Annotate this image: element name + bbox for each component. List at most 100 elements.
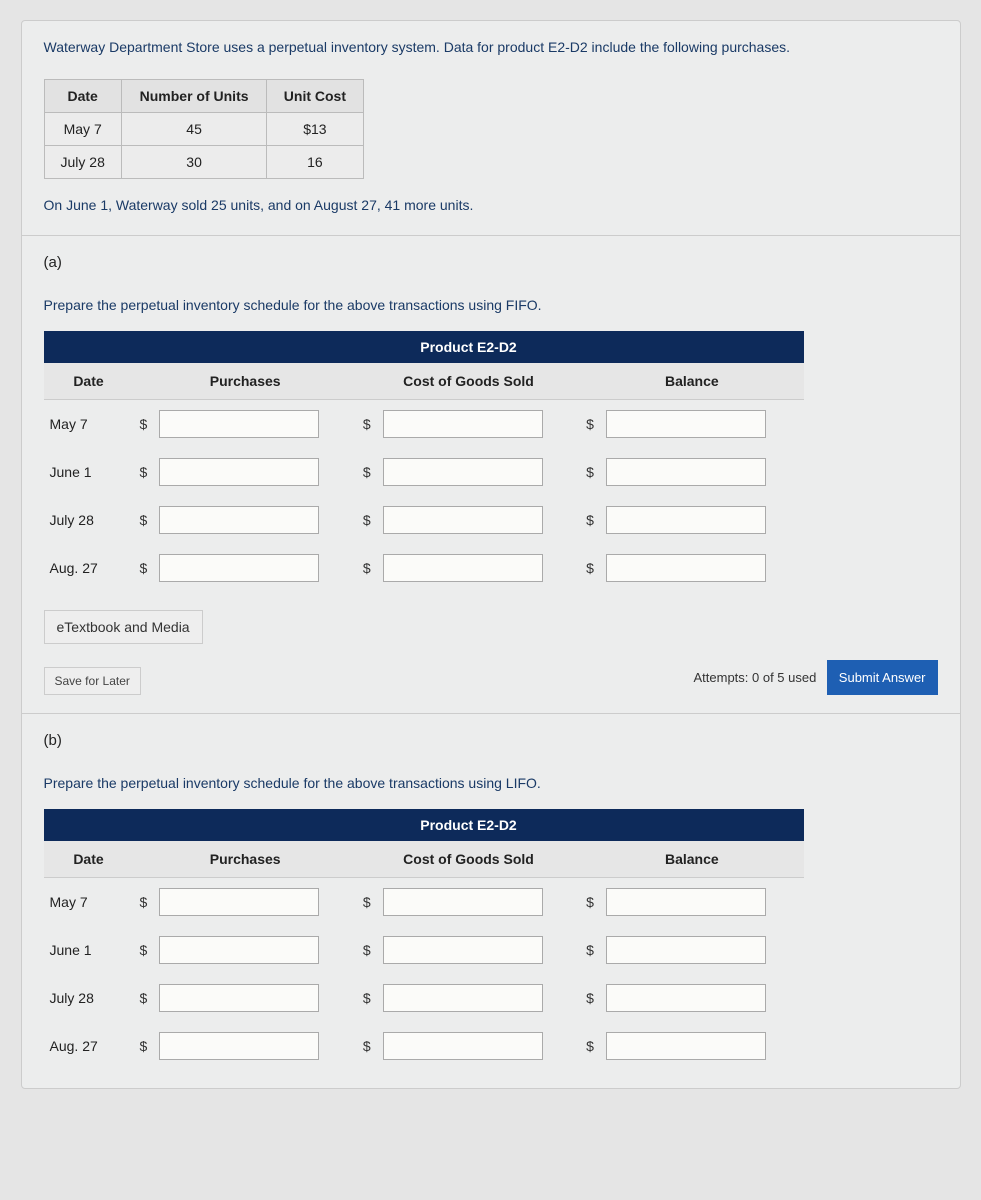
cell: 45 [121,113,266,146]
cell: 16 [267,146,363,179]
cell: 30 [121,146,266,179]
band-spacer [580,809,803,841]
part-a: (a) Prepare the perpetual inventory sche… [22,235,960,713]
lifo-purchases-input-3[interactable] [159,984,319,1012]
lifo-cogs-input-3[interactable] [383,984,543,1012]
lifo-cogs-input-4[interactable] [383,1032,543,1060]
fifo-purchases-input-1[interactable] [159,410,319,438]
table-row: May 7 $ $ $ [44,400,804,449]
currency-symbol: $ [357,926,377,974]
fifo-schedule-table: Product E2-D2 Date Purchases Cost of Goo… [44,331,804,592]
currency-symbol: $ [134,926,154,974]
fifo-balance-input-1[interactable] [606,410,766,438]
hdr-purchases: Purchases [134,363,357,400]
currency-symbol: $ [357,1022,377,1070]
lifo-purchases-input-4[interactable] [159,1032,319,1060]
lifo-balance-input-1[interactable] [606,888,766,916]
band-spacer [44,809,357,841]
table-row: Aug. 27 $ $ $ [44,544,804,592]
table-row: July 28 $ $ $ [44,974,804,1022]
save-for-later-button[interactable]: Save for Later [44,667,141,695]
row-date: Aug. 27 [44,1022,134,1070]
hdr-cogs: Cost of Goods Sold [357,841,580,878]
currency-symbol: $ [134,400,154,449]
table-row: July 28 30 16 [44,146,363,179]
currency-symbol: $ [134,1022,154,1070]
fifo-balance-input-3[interactable] [606,506,766,534]
currency-symbol: $ [357,496,377,544]
lifo-purchases-input-1[interactable] [159,888,319,916]
currency-symbol: $ [357,448,377,496]
fifo-balance-input-4[interactable] [606,554,766,582]
table-row: June 1 $ $ $ [44,448,804,496]
table-row: Aug. 27 $ $ $ [44,1022,804,1070]
currency-symbol: $ [580,926,600,974]
table-row: May 7 45 $13 [44,113,363,146]
table-row: May 7 $ $ $ [44,878,804,927]
fifo-balance-input-2[interactable] [606,458,766,486]
part-b-label: (b) [44,732,938,749]
currency-symbol: $ [580,1022,600,1070]
currency-symbol: $ [357,400,377,449]
currency-symbol: $ [580,974,600,1022]
row-date: June 1 [44,926,134,974]
currency-symbol: $ [134,544,154,592]
currency-symbol: $ [134,974,154,1022]
part-a-label: (a) [44,254,938,271]
etextbook-media-button[interactable]: eTextbook and Media [44,610,203,644]
fifo-purchases-input-4[interactable] [159,554,319,582]
currency-symbol: $ [134,448,154,496]
fifo-cogs-input-1[interactable] [383,410,543,438]
part-b-prompt: Prepare the perpetual inventory schedule… [44,775,938,791]
sale-note: On June 1, Waterway sold 25 units, and o… [22,197,960,235]
product-band: Product E2-D2 [357,809,580,841]
hdr-balance: Balance [580,841,803,878]
fifo-cogs-input-3[interactable] [383,506,543,534]
hdr-cogs: Cost of Goods Sold [357,363,580,400]
col-units: Number of Units [121,80,266,113]
currency-symbol: $ [357,878,377,927]
hdr-purchases: Purchases [134,841,357,878]
row-date: July 28 [44,496,134,544]
band-spacer [44,331,357,363]
fifo-purchases-input-3[interactable] [159,506,319,534]
currency-symbol: $ [580,544,600,592]
col-cost: Unit Cost [267,80,363,113]
cell: $13 [267,113,363,146]
part-b: (b) Prepare the perpetual inventory sche… [22,713,960,1070]
row-date: June 1 [44,448,134,496]
lifo-schedule-table: Product E2-D2 Date Purchases Cost of Goo… [44,809,804,1070]
intro-text: Waterway Department Store uses a perpetu… [22,39,960,67]
currency-symbol: $ [134,878,154,927]
row-date: May 7 [44,878,134,927]
hdr-balance: Balance [580,363,803,400]
cell: May 7 [44,113,121,146]
lifo-cogs-input-1[interactable] [383,888,543,916]
attempts-text: Attempts: 0 of 5 used [693,670,816,685]
row-date: July 28 [44,974,134,1022]
submit-answer-button[interactable]: Submit Answer [827,660,938,695]
fifo-cogs-input-2[interactable] [383,458,543,486]
fifo-purchases-input-2[interactable] [159,458,319,486]
question-container: Waterway Department Store uses a perpetu… [21,20,961,1089]
currency-symbol: $ [580,878,600,927]
table-row: June 1 $ $ $ [44,926,804,974]
currency-symbol: $ [357,974,377,1022]
currency-symbol: $ [134,496,154,544]
currency-symbol: $ [580,448,600,496]
hdr-date: Date [44,363,134,400]
table-row: July 28 $ $ $ [44,496,804,544]
fifo-cogs-input-4[interactable] [383,554,543,582]
lifo-purchases-input-2[interactable] [159,936,319,964]
purchases-data-table: Date Number of Units Unit Cost May 7 45 … [44,79,364,179]
lifo-balance-input-2[interactable] [606,936,766,964]
lifo-cogs-input-2[interactable] [383,936,543,964]
currency-symbol: $ [580,496,600,544]
lifo-balance-input-3[interactable] [606,984,766,1012]
part-a-prompt: Prepare the perpetual inventory schedule… [44,297,938,313]
row-date: May 7 [44,400,134,449]
lifo-balance-input-4[interactable] [606,1032,766,1060]
product-band: Product E2-D2 [357,331,580,363]
currency-symbol: $ [580,400,600,449]
hdr-date: Date [44,841,134,878]
